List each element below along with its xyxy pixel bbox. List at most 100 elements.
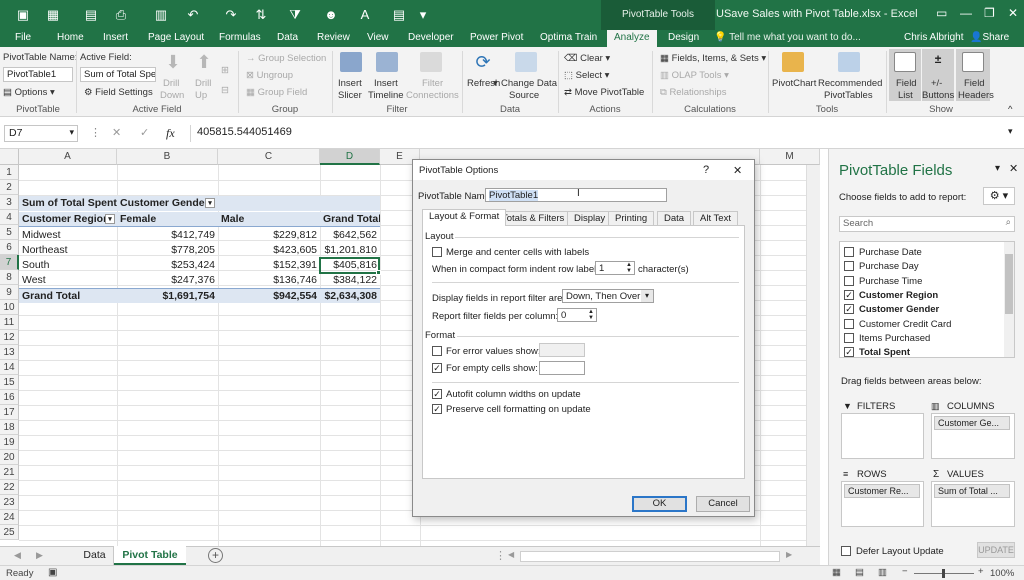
col-header-d[interactable]: D [320, 149, 380, 165]
pivot-value-cell[interactable]: $247,376 [117, 273, 218, 288]
col-header-b[interactable]: B [117, 149, 218, 165]
columns-chip[interactable]: Customer Ge... [934, 416, 1010, 430]
confirm-entry-icon[interactable]: ✓ [140, 126, 149, 139]
fx-icon[interactable]: fx [166, 126, 175, 141]
insert-slicer-button-2[interactable]: Slicer [338, 90, 362, 101]
scroll-right-icon[interactable]: ▶ [36, 550, 43, 561]
pivot-row-label[interactable]: Midwest [19, 228, 117, 243]
filter-dropdown-icon[interactable]: ▾ [205, 198, 215, 208]
spinner-arrows-icon[interactable]: ▲ ▼ [588, 309, 594, 321]
pivotchart-button[interactable]: PivotChart [772, 78, 816, 89]
redo-icon[interactable]: ↷ [222, 6, 240, 24]
collapse-ribbon-icon[interactable]: ^ [1008, 104, 1012, 115]
field-checkbox[interactable] [844, 318, 854, 329]
rows-chip[interactable]: Customer Re... [844, 484, 920, 498]
pt-name-input[interactable]: PivotTable1 [3, 67, 73, 82]
values-chip[interactable]: Sum of Total ... [934, 484, 1010, 498]
empty-cells-input[interactable] [539, 361, 585, 375]
row-header[interactable]: 6 [0, 240, 19, 255]
field-list-item[interactable]: Purchase Time [840, 274, 1004, 288]
preserve-format-checkbox[interactable]: ✓ [432, 404, 442, 414]
zoom-level[interactable]: 100% [990, 568, 1014, 579]
tab-review[interactable]: Review [317, 32, 350, 43]
update-button[interactable]: UPDATE [977, 542, 1015, 558]
text-icon[interactable]: A [356, 6, 374, 24]
row-header[interactable]: 17 [0, 405, 19, 420]
tab-splitter-icon[interactable]: ⋮ [495, 549, 506, 562]
table-icon[interactable]: ▤ [390, 6, 408, 24]
tab-layout-format[interactable]: Layout & Format [422, 209, 507, 226]
row-header[interactable]: 22 [0, 480, 19, 495]
formula-input[interactable]: 405815.544051469 [197, 126, 292, 138]
zoom-slider-thumb[interactable] [942, 569, 945, 578]
row-header[interactable]: 19 [0, 435, 19, 450]
drill-down-button-2[interactable]: Down [160, 90, 184, 101]
filter-icon[interactable]: ⧩ [286, 6, 304, 24]
tell-me-search[interactable]: 💡 Tell me what you want to do... [714, 32, 861, 43]
relationships-button[interactable]: ⧉ Relationships [660, 87, 726, 98]
active-field-input[interactable]: Sum of Total Sper [80, 67, 156, 82]
row-header[interactable]: 10 [0, 300, 19, 315]
field-search-input[interactable]: Search ⌕ [839, 216, 1015, 232]
dropdown-arrow-icon[interactable]: ▾ [641, 290, 653, 302]
defer-update-checkbox[interactable] [841, 546, 851, 556]
pivot-value-cell[interactable]: $253,424 [117, 258, 218, 273]
pivot-value-cell[interactable]: $778,205 [117, 243, 218, 258]
options-button[interactable]: ▤ Options ▾ [3, 87, 55, 98]
indent-spinner[interactable]: 1 ▲ ▼ [595, 261, 635, 275]
expand-formula-icon[interactable]: ▾ [1008, 126, 1013, 137]
insert-slicer-button-1[interactable]: Insert [338, 78, 362, 89]
select-all-corner[interactable] [0, 149, 19, 165]
row-header[interactable]: 5 [0, 225, 19, 240]
report-filter-spinner[interactable]: 0 ▲ ▼ [557, 308, 597, 322]
ribbon-display-icon[interactable]: ▭ [936, 6, 947, 20]
row-header[interactable]: 4 [0, 210, 19, 225]
filter-dropdown-icon[interactable]: ▾ [105, 214, 115, 224]
recommended-button-1[interactable]: Recommended [818, 78, 882, 89]
zoom-out-icon[interactable]: − [902, 566, 908, 577]
row-header[interactable]: 11 [0, 315, 19, 330]
tab-data-dialog[interactable]: Data [657, 211, 692, 225]
page-break-view-icon[interactable]: ▥ [878, 567, 887, 578]
tab-analyze[interactable]: Analyze [607, 30, 657, 47]
empty-cells-checkbox[interactable]: ✓ [432, 363, 442, 373]
filter-connections-button-2[interactable]: Connections [406, 90, 459, 101]
insert-timeline-button-1[interactable]: Insert [374, 78, 398, 89]
save-icon-2[interactable]: ▤ [82, 6, 100, 24]
field-list-item[interactable]: ✓ Customer Region [840, 288, 1004, 302]
pivot-value-cell[interactable]: $642,562 [320, 228, 380, 243]
move-pivottable-button[interactable]: ⇄ Move PivotTable [564, 87, 644, 98]
row-header[interactable]: 25 [0, 525, 19, 540]
tab-data[interactable]: Data [277, 32, 298, 43]
tab-formulas[interactable]: Formulas [219, 32, 261, 43]
change-source-button-2[interactable]: Source [509, 90, 539, 101]
pivot-column-field[interactable]: Customer Gender ▾ [117, 196, 218, 211]
row-header[interactable]: 9 [0, 285, 19, 300]
fields-items-sets-button[interactable]: ▦ Fields, Items, & Sets ▾ [660, 53, 766, 64]
grand-total-total[interactable]: $2,634,308 [320, 288, 380, 303]
pivot-value-cell[interactable]: $136,746 [218, 273, 320, 288]
pivot-value-cell[interactable]: $229,812 [218, 228, 320, 243]
olap-tools-button[interactable]: ▥ OLAP Tools ▾ [660, 70, 729, 81]
row-header[interactable]: 15 [0, 375, 19, 390]
row-header[interactable]: 3 [0, 195, 19, 210]
row-header[interactable]: 1 [0, 165, 19, 180]
name-box[interactable]: D7 ▾ [4, 125, 78, 142]
pivot-values-header[interactable]: Sum of Total Spent [19, 196, 117, 211]
field-checkbox[interactable]: ✓ [844, 289, 854, 300]
pivot-value-cell[interactable]: $1,201,810 [320, 243, 380, 258]
grand-total-female[interactable]: $1,691,754 [117, 288, 218, 303]
field-list-item[interactable]: Purchase Day [840, 259, 1004, 273]
vertical-scrollbar[interactable] [806, 165, 820, 546]
select-button[interactable]: ⬚ Select ▾ [564, 70, 609, 81]
field-list-item[interactable]: ✓ Customer Gender [840, 302, 1004, 316]
grand-total-male[interactable]: $942,554 [218, 288, 320, 303]
row-header[interactable]: 13 [0, 345, 19, 360]
normal-view-icon[interactable]: ▦ [832, 567, 841, 578]
spinner-arrows-icon[interactable]: ▲ ▼ [626, 262, 632, 274]
row-header[interactable]: 8 [0, 270, 19, 285]
tab-alt-text[interactable]: Alt Text [693, 211, 738, 225]
cancel-button[interactable]: Cancel [696, 496, 750, 512]
close-icon[interactable]: ✕ [1008, 6, 1018, 20]
field-checkbox[interactable] [844, 261, 854, 272]
